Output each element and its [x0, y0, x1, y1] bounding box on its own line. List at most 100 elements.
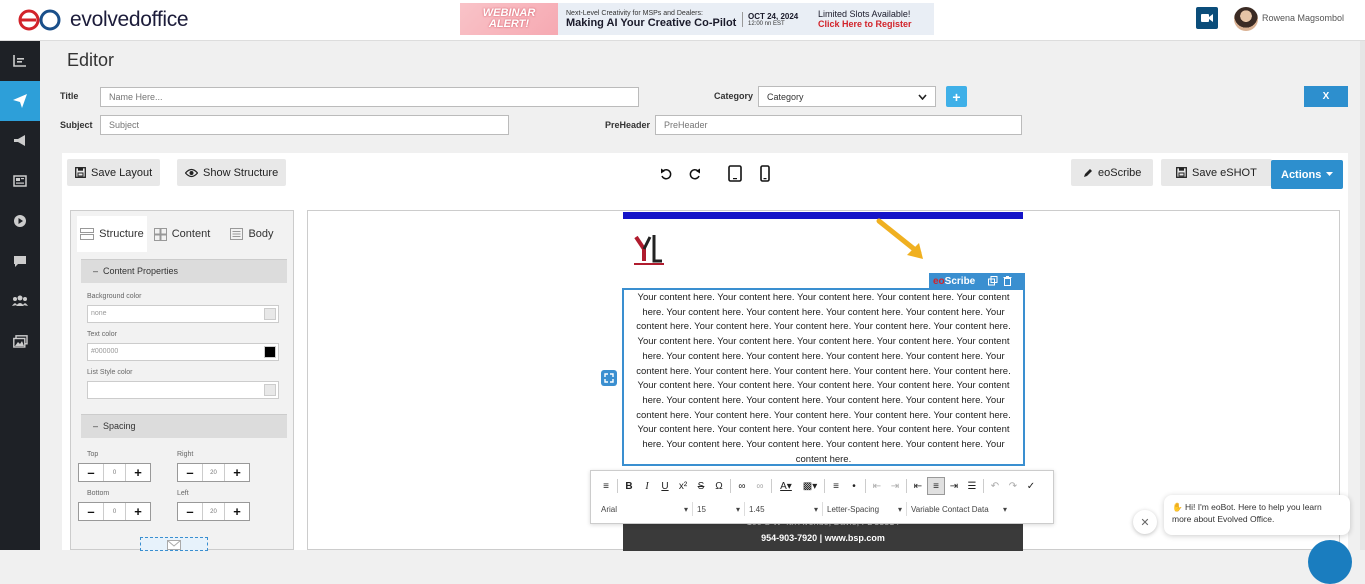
redo-icon[interactable]: ↷: [1004, 477, 1022, 495]
font-family-select[interactable]: Arial ▾: [597, 502, 693, 516]
special-characters-icon[interactable]: Ω: [710, 477, 728, 495]
link-icon[interactable]: ∞: [733, 477, 751, 495]
add-category-button[interactable]: +: [946, 86, 967, 107]
spacing-header[interactable]: – Spacing: [81, 414, 287, 438]
text-color-value: #000000: [91, 348, 119, 355]
eoscribe-block-toolbar[interactable]: eoScribe: [929, 273, 1025, 289]
trash-icon[interactable]: [1003, 276, 1012, 286]
unlink-icon[interactable]: ∞: [751, 477, 769, 495]
text-color-icon[interactable]: A▾: [774, 477, 798, 495]
bold-icon[interactable]: B: [620, 477, 638, 495]
minus-icon[interactable]: –: [79, 503, 103, 520]
chat-message-bubble[interactable]: ✋ Hi! I'm eoBot. Here to help you learn …: [1164, 495, 1350, 535]
nav-messages[interactable]: [0, 241, 40, 281]
list-style-color-swatch[interactable]: [264, 384, 276, 396]
minus-icon[interactable]: –: [79, 464, 103, 481]
align-center-icon[interactable]: ≡: [927, 477, 945, 495]
nav-templates[interactable]: [0, 161, 40, 201]
preheader-input[interactable]: [655, 115, 1022, 135]
align-right-icon[interactable]: ⇥: [945, 477, 963, 495]
nav-announcements[interactable]: [0, 121, 40, 161]
font-size-select[interactable]: 15 ▾: [693, 502, 745, 516]
undo-icon[interactable]: ↶: [986, 477, 1004, 495]
nav-dashboard[interactable]: [0, 41, 40, 81]
banner-cta-line2[interactable]: Click Here to Register: [818, 19, 912, 29]
ordered-list-icon[interactable]: ≡: [827, 477, 845, 495]
title-input[interactable]: [100, 87, 639, 107]
tab-content[interactable]: Content: [147, 216, 217, 252]
letter-spacing-select[interactable]: Letter-Spacing ▾: [823, 502, 907, 516]
close-editor-button[interactable]: X: [1304, 86, 1348, 107]
tab-body[interactable]: Body: [217, 216, 287, 252]
eoscribe-button[interactable]: eoScribe: [1071, 159, 1154, 186]
banner-time: 12:00 nn EST: [748, 20, 785, 27]
actions-dropdown-button[interactable]: Actions: [1271, 160, 1344, 189]
tablet-view-button[interactable]: [725, 161, 745, 185]
minus-icon[interactable]: –: [178, 503, 202, 520]
mobile-view-button[interactable]: [755, 161, 775, 185]
top-spacing-value[interactable]: 0: [103, 464, 126, 481]
bottom-spacing-value[interactable]: 0: [103, 503, 126, 520]
logo[interactable]: evolvedoffice: [18, 6, 189, 34]
category-select[interactable]: Category: [758, 86, 936, 107]
move-handle[interactable]: [601, 370, 617, 386]
superscript-icon[interactable]: x²: [674, 477, 692, 495]
underline-icon[interactable]: U: [656, 477, 674, 495]
plus-icon[interactable]: +: [126, 503, 150, 520]
align-left-icon[interactable]: ⇤: [909, 477, 927, 495]
background-color-icon[interactable]: ▩▾: [798, 477, 822, 495]
background-color-input[interactable]: none: [87, 305, 279, 323]
line-height-select[interactable]: 1.45 ▾: [745, 502, 823, 516]
right-spacing-stepper[interactable]: – 20 +: [177, 463, 250, 482]
outdent-icon[interactable]: ⇤: [868, 477, 886, 495]
save-layout-button[interactable]: Save Layout: [67, 159, 161, 186]
left-spacing-value[interactable]: 20: [202, 503, 225, 520]
indent-icon[interactable]: ⇥: [886, 477, 904, 495]
webinar-banner[interactable]: WEBINAR ALERT! Next-Level Creativity for…: [460, 3, 934, 35]
redo-button[interactable]: [685, 164, 705, 184]
paragraph-format-icon[interactable]: ≡: [597, 477, 615, 495]
subject-input[interactable]: [100, 115, 509, 135]
nav-campaigns[interactable]: [0, 81, 40, 121]
plus-icon[interactable]: +: [225, 464, 249, 481]
text-content-block[interactable]: Your content here. Your content here. Yo…: [622, 288, 1025, 466]
background-color-swatch[interactable]: [264, 308, 276, 320]
letter-spacing-value: Letter-Spacing: [827, 504, 880, 514]
user-name[interactable]: Rowena Magsombol: [1262, 13, 1344, 23]
chat-launcher-button[interactable]: [1308, 540, 1352, 584]
company-logo-icon[interactable]: [626, 231, 670, 267]
chevron-down-icon: [918, 93, 927, 100]
eoscribe-block-label[interactable]: eoScribe: [933, 276, 975, 287]
chat-close-button[interactable]: ✕: [1133, 510, 1157, 534]
italic-icon[interactable]: I: [638, 477, 656, 495]
text-color-swatch[interactable]: [264, 346, 276, 358]
top-spacing-stepper[interactable]: – 0 +: [78, 463, 151, 482]
nav-videos[interactable]: [0, 201, 40, 241]
spellcheck-icon[interactable]: ✓: [1022, 477, 1040, 495]
nav-gallery[interactable]: [0, 321, 40, 361]
page-scrollbar[interactable]: [1360, 41, 1365, 550]
nav-contacts[interactable]: [0, 281, 40, 321]
duplicate-icon[interactable]: [988, 276, 998, 286]
video-call-button[interactable]: [1196, 7, 1218, 29]
list-style-color-input[interactable]: [87, 381, 279, 399]
undo-button[interactable]: [656, 164, 676, 184]
left-spacing-stepper[interactable]: – 20 +: [177, 502, 250, 521]
show-structure-button[interactable]: Show Structure: [177, 159, 287, 186]
align-justify-icon[interactable]: ☰: [963, 477, 981, 495]
avatar[interactable]: [1234, 7, 1258, 31]
text-color-input[interactable]: #000000: [87, 343, 279, 361]
content-properties-header[interactable]: – Content Properties: [81, 259, 287, 283]
save-eshot-button[interactable]: Save eSHOT: [1161, 159, 1272, 186]
caret-down-icon: ▾: [735, 504, 740, 514]
variable-contact-data-select[interactable]: Variable Contact Data ▾: [907, 502, 1011, 516]
separator: [730, 479, 731, 493]
plus-icon[interactable]: +: [126, 464, 150, 481]
plus-icon[interactable]: +: [225, 503, 249, 520]
strikethrough-icon[interactable]: S: [692, 477, 710, 495]
minus-icon[interactable]: –: [178, 464, 202, 481]
bullet-list-icon[interactable]: •: [845, 477, 863, 495]
tab-structure[interactable]: Structure: [77, 216, 147, 252]
right-spacing-value[interactable]: 20: [202, 464, 225, 481]
bottom-spacing-stepper[interactable]: – 0 +: [78, 502, 151, 521]
